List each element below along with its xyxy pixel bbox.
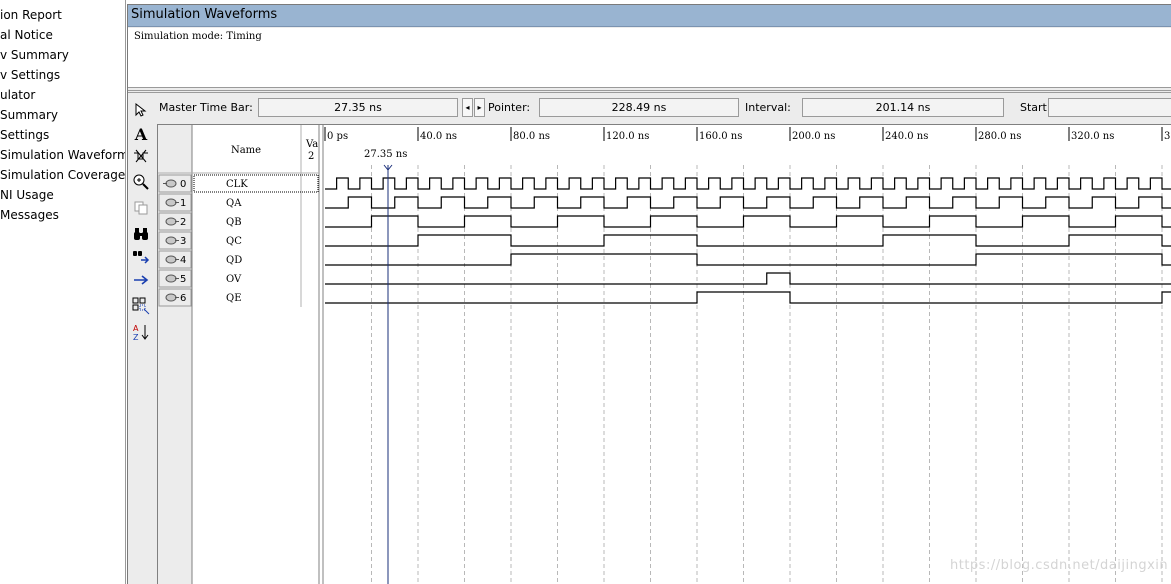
- tree-item-flow-settings[interactable]: v Settings: [0, 65, 60, 85]
- time-label: 160.0 ns: [699, 131, 742, 142]
- master-time-bar-field[interactable]: 27.35 ns: [258, 98, 458, 117]
- replace-icon[interactable]: [132, 247, 150, 265]
- signal-rows: 0 CLK 1 QA 2 QB 3 QC 4 QD 5 OV 6 QE: [158, 174, 319, 307]
- signal-name: OV: [226, 274, 242, 285]
- signal-row-qb[interactable]: 2 QB: [158, 212, 242, 231]
- output-pin-icon: [165, 198, 177, 207]
- signal-row-qc[interactable]: 3 QC: [158, 231, 242, 250]
- text-icon[interactable]: A: [132, 125, 150, 144]
- time-label: 40.0 ns: [420, 131, 457, 142]
- find-icon[interactable]: [132, 225, 150, 243]
- output-pin-icon: [165, 293, 177, 302]
- interval-label: Interval:: [745, 101, 791, 114]
- waveform-ov: [325, 272, 1171, 285]
- value-column-header: Va: [305, 139, 318, 150]
- waveform-editor[interactable]: Name Va 2 27.35 ns 0 ps 40.0 ns 80.0 ns 120…: [157, 124, 1171, 584]
- signal-name: QC: [226, 236, 242, 247]
- time-label: 80.0 ns: [513, 131, 550, 142]
- tree-item-simulation-coverage[interactable]: Simulation Coverage: [0, 165, 125, 185]
- tree-item-legal-notice[interactable]: al Notice: [0, 25, 53, 45]
- signal-index: 4: [180, 255, 186, 266]
- time-label: 280.0 ns: [978, 131, 1021, 142]
- waveform-qd: [325, 253, 1171, 266]
- name-column-header: Name: [231, 145, 261, 156]
- signal-index: 6: [180, 293, 186, 304]
- time-label: 120.0 ns: [606, 131, 649, 142]
- window-title: Simulation Waveforms: [131, 7, 278, 22]
- pointer-field: 228.49 ns: [539, 98, 739, 117]
- signal-name: QE: [226, 293, 242, 304]
- signal-row-qd[interactable]: 4 QD: [158, 250, 242, 269]
- time-label: 0 ps: [327, 131, 348, 142]
- waveform-edit-icon[interactable]: [132, 147, 150, 165]
- copy-icon[interactable]: [132, 199, 150, 217]
- output-pin-icon: [165, 274, 177, 283]
- output-pin-icon: [165, 255, 177, 264]
- watermark: https://blog.csdn.net/daijingxin: [950, 558, 1169, 573]
- tree-item-settings[interactable]: Settings: [0, 125, 49, 145]
- goto-icon[interactable]: [132, 271, 150, 289]
- tree-item-summary[interactable]: Summary: [0, 105, 58, 125]
- waveform-clk: [325, 177, 1171, 190]
- signal-name: QB: [226, 217, 242, 228]
- signal-index: 3: [180, 236, 186, 247]
- tree-item-simulator[interactable]: ulator: [0, 85, 35, 105]
- waveform-toolbar: A AZ: [128, 95, 154, 584]
- selected-row-outline: [193, 174, 319, 193]
- waveform-qa: [325, 196, 1171, 209]
- start-field[interactable]: [1048, 98, 1171, 117]
- simulation-mode-text: Simulation mode: Timing: [134, 31, 262, 42]
- simulation-mode-panel: Simulation mode: Timing: [128, 28, 1171, 88]
- zoom-icon[interactable]: [132, 173, 150, 191]
- report-tree: ion Report al Notice v Summary v Setting…: [0, 0, 126, 584]
- value-column-sub: 2: [308, 151, 314, 162]
- time-bar-row: Master Time Bar: 27.35 ns ◂ ▸ Pointer: 2…: [155, 96, 1171, 120]
- waveform-qc: [325, 234, 1171, 247]
- pointer-label: Pointer:: [488, 101, 531, 114]
- time-label: 320.0 ns: [1071, 131, 1114, 142]
- master-time-bar-label: Master Time Bar:: [159, 101, 253, 114]
- waveform-qb: [325, 215, 1171, 228]
- group-icon[interactable]: [132, 297, 150, 315]
- signal-row-ov[interactable]: 5 OV: [158, 269, 242, 288]
- master-time-marker-label: 27.35 ns: [364, 149, 407, 160]
- signal-index: 5: [180, 274, 186, 285]
- sort-icon[interactable]: AZ: [132, 323, 150, 341]
- svg-text:Z: Z: [133, 333, 139, 341]
- time-label: 200.0 ns: [792, 131, 835, 142]
- tree-item-pli-usage[interactable]: NI Usage: [0, 185, 54, 205]
- signal-row-qa[interactable]: 1 QA: [158, 193, 242, 212]
- signal-name: QA: [226, 198, 242, 209]
- signal-index: 0: [180, 179, 186, 190]
- waveform-qe: [325, 291, 1171, 304]
- waveform-canvas[interactable]: Name Va 2 27.35 ns 0 ps 40.0 ns 80.0 ns 120…: [158, 125, 1171, 584]
- master-time-prev-button[interactable]: ◂: [462, 98, 473, 117]
- output-pin-icon: [165, 217, 177, 226]
- waveforms: [325, 177, 1171, 304]
- output-pin-icon: [165, 236, 177, 245]
- start-label: Start:: [1020, 101, 1051, 114]
- time-label: 240.0 ns: [885, 131, 928, 142]
- tree-item-flow-summary[interactable]: v Summary: [0, 45, 69, 65]
- signal-row-clk[interactable]: 0 CLK: [158, 174, 319, 193]
- window-title-bar: Simulation Waveforms: [128, 5, 1171, 27]
- tree-item-simulation-report[interactable]: ion Report: [0, 5, 62, 25]
- time-label: 360.0: [1164, 131, 1171, 142]
- input-pin-icon: [165, 179, 177, 188]
- tree-item-messages[interactable]: Messages: [0, 205, 59, 225]
- tree-item-simulation-waveforms[interactable]: Simulation Waveform: [0, 145, 125, 165]
- signal-index: 2: [180, 217, 186, 228]
- signal-row-qe[interactable]: 6 QE: [158, 288, 242, 307]
- signal-index: 1: [180, 198, 186, 209]
- time-grid: [371, 165, 1163, 584]
- panel-splitter[interactable]: [128, 90, 1171, 93]
- time-ruler: 0 ps 40.0 ns 80.0 ns 120.0 ns 160.0 ns 200.0 …: [324, 127, 1171, 142]
- master-time-next-button[interactable]: ▸: [474, 98, 485, 117]
- signal-name: CLK: [226, 179, 248, 190]
- interval-field: 201.14 ns: [802, 98, 1004, 117]
- signal-name: QD: [226, 255, 242, 266]
- svg-text:A: A: [133, 324, 139, 333]
- pointer-icon[interactable]: [132, 101, 150, 119]
